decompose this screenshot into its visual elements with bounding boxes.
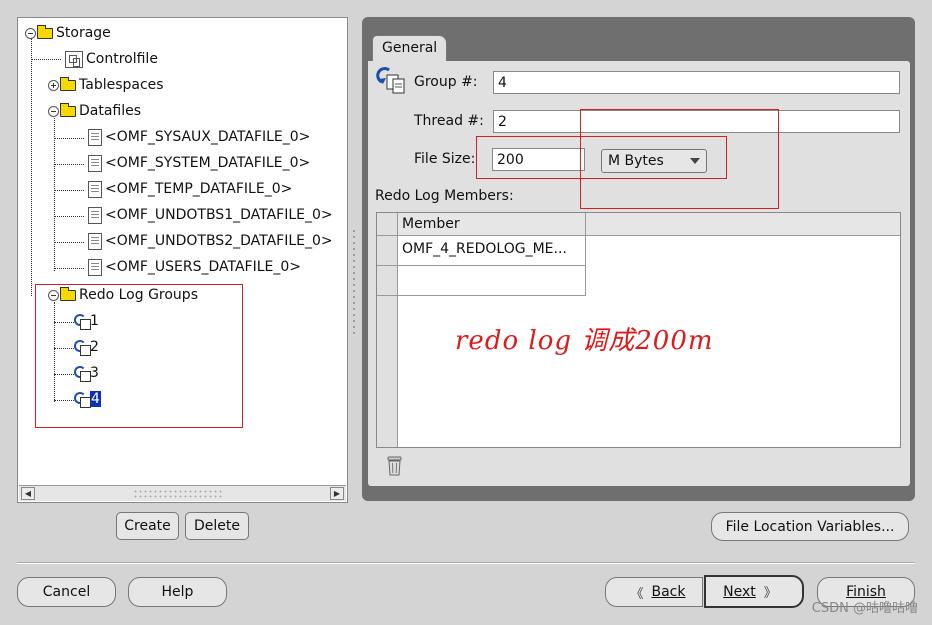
datafile-icon: [88, 154, 102, 172]
redo-log-group-icon: [74, 339, 91, 356]
scroll-thumb[interactable]: [133, 489, 223, 498]
next-button[interactable]: Next 》: [704, 575, 804, 608]
tree-label-redo-group-selected: 4: [90, 391, 101, 407]
datafile-icon: [88, 128, 102, 146]
tree-label-storage: Storage: [56, 25, 111, 41]
tree-node-redo-group[interactable]: 1: [74, 309, 99, 333]
back-button[interactable]: 《 Back: [605, 577, 703, 607]
tree-node-storage[interactable]: Storage: [25, 21, 111, 45]
tree-node-datafile[interactable]: <OMF_USERS_DATAFILE_0>: [88, 255, 301, 279]
table-row[interactable]: OMF_4_REDOLOG_ME...: [398, 236, 586, 266]
folder-icon: [60, 102, 76, 117]
file-location-variables-button[interactable]: File Location Variables...: [711, 512, 909, 541]
collapse-icon[interactable]: [48, 105, 59, 117]
storage-tree[interactable]: Storage Controlfile Tablespaces Datafile…: [17, 17, 348, 503]
expand-icon[interactable]: [48, 79, 59, 91]
column-header-member[interactable]: Member: [398, 213, 586, 236]
folder-icon: [60, 76, 76, 91]
next-button-label: Next: [723, 583, 756, 600]
collapse-icon[interactable]: [48, 289, 59, 301]
tree-label-redo-log-groups: Redo Log Groups: [79, 287, 198, 303]
file-size-unit-value: M Bytes: [608, 153, 664, 169]
tree-label-datafile: <OMF_SYSAUX_DATAFILE_0>: [105, 129, 311, 145]
tree-node-redo-group-selected[interactable]: 4: [74, 387, 101, 411]
tree-label-datafile: <OMF_UNDOTBS2_DATAFILE_0>: [105, 233, 333, 249]
tree-label-datafiles: Datafiles: [79, 103, 142, 119]
delete-button[interactable]: Delete: [185, 512, 249, 540]
table-row[interactable]: [398, 266, 586, 296]
create-button[interactable]: Create: [116, 512, 179, 540]
tree-node-datafiles[interactable]: Datafiles: [48, 99, 141, 123]
panel-splitter[interactable]: [351, 228, 357, 338]
tree-node-redo-group[interactable]: 3: [74, 361, 99, 385]
tree-label-redo-group: 1: [90, 313, 99, 329]
annotation-text: redo log 调成200m: [455, 326, 714, 356]
back-button-label: Back: [651, 584, 686, 600]
tree-node-redo-log-groups[interactable]: Redo Log Groups: [48, 283, 198, 307]
tree-label-redo-group: 3: [90, 365, 99, 381]
tree-node-controlfile[interactable]: Controlfile: [65, 47, 158, 71]
tree-label-controlfile: Controlfile: [86, 51, 158, 67]
row-header-filler: [377, 296, 398, 447]
collapse-icon[interactable]: [25, 27, 36, 39]
cancel-button[interactable]: Cancel: [17, 577, 116, 607]
tree-label-datafile: <OMF_USERS_DATAFILE_0>: [105, 259, 302, 275]
scroll-right-icon[interactable]: ▶: [330, 487, 344, 500]
redo-log-group-icon: [376, 67, 405, 94]
column-header-filler: [586, 213, 900, 236]
group-number-input[interactable]: [493, 71, 900, 94]
tree-node-datafile[interactable]: <OMF_TEMP_DATAFILE_0>: [88, 177, 292, 201]
tree-label-tablespaces: Tablespaces: [79, 77, 164, 93]
trash-icon[interactable]: [386, 455, 403, 477]
datafile-icon: [88, 180, 102, 198]
datafile-icon: [88, 258, 102, 276]
dropdown-arrow-icon: [690, 158, 700, 164]
group-number-label: Group #:: [414, 74, 478, 90]
tree-node-datafile[interactable]: <OMF_SYSAUX_DATAFILE_0>: [88, 125, 310, 149]
redo-log-group-icon: [74, 365, 91, 382]
row-header[interactable]: [377, 266, 398, 296]
datafile-icon: [88, 206, 102, 224]
chevron-right-icon: 》: [763, 586, 777, 601]
scroll-left-icon[interactable]: ◀: [21, 487, 35, 500]
folder-icon: [60, 286, 76, 301]
controlfile-icon: [65, 50, 83, 68]
thread-number-label: Thread #:: [414, 113, 484, 129]
tree-label-datafile: <OMF_UNDOTBS1_DATAFILE_0>: [105, 207, 333, 223]
tree-node-redo-group[interactable]: 2: [74, 335, 99, 359]
redo-log-group-icon: [74, 391, 91, 408]
chevron-left-icon: 《: [630, 586, 644, 602]
tree-label-datafile: <OMF_SYSTEM_DATAFILE_0>: [105, 155, 311, 171]
folder-icon: [37, 24, 53, 39]
file-size-label: File Size:: [414, 151, 476, 167]
tree-node-datafile[interactable]: <OMF_UNDOTBS2_DATAFILE_0>: [88, 229, 333, 253]
thread-number-input[interactable]: [493, 110, 900, 133]
tree-label-redo-group: 2: [90, 339, 99, 355]
tree-node-datafile[interactable]: <OMF_SYSTEM_DATAFILE_0>: [88, 151, 310, 175]
tree-node-datafile[interactable]: <OMF_UNDOTBS1_DATAFILE_0>: [88, 203, 333, 227]
help-button[interactable]: Help: [128, 577, 227, 607]
tab-general[interactable]: General: [372, 35, 447, 62]
file-size-unit-select[interactable]: M Bytes: [601, 149, 707, 173]
file-size-input[interactable]: [492, 148, 585, 171]
tree-node-tablespaces[interactable]: Tablespaces: [48, 73, 164, 97]
row-header[interactable]: [377, 236, 398, 266]
watermark: CSDN @咕噜咕噜: [811, 601, 918, 616]
tree-horizontal-scrollbar[interactable]: ◀ ▶: [19, 485, 346, 501]
redo-log-members-label: Redo Log Members:: [375, 188, 514, 204]
table-corner: [377, 213, 398, 236]
redo-log-group-icon: [74, 313, 91, 330]
bottom-separator: [17, 562, 915, 564]
tree-label-datafile: <OMF_TEMP_DATAFILE_0>: [105, 181, 293, 197]
datafile-icon: [88, 232, 102, 250]
